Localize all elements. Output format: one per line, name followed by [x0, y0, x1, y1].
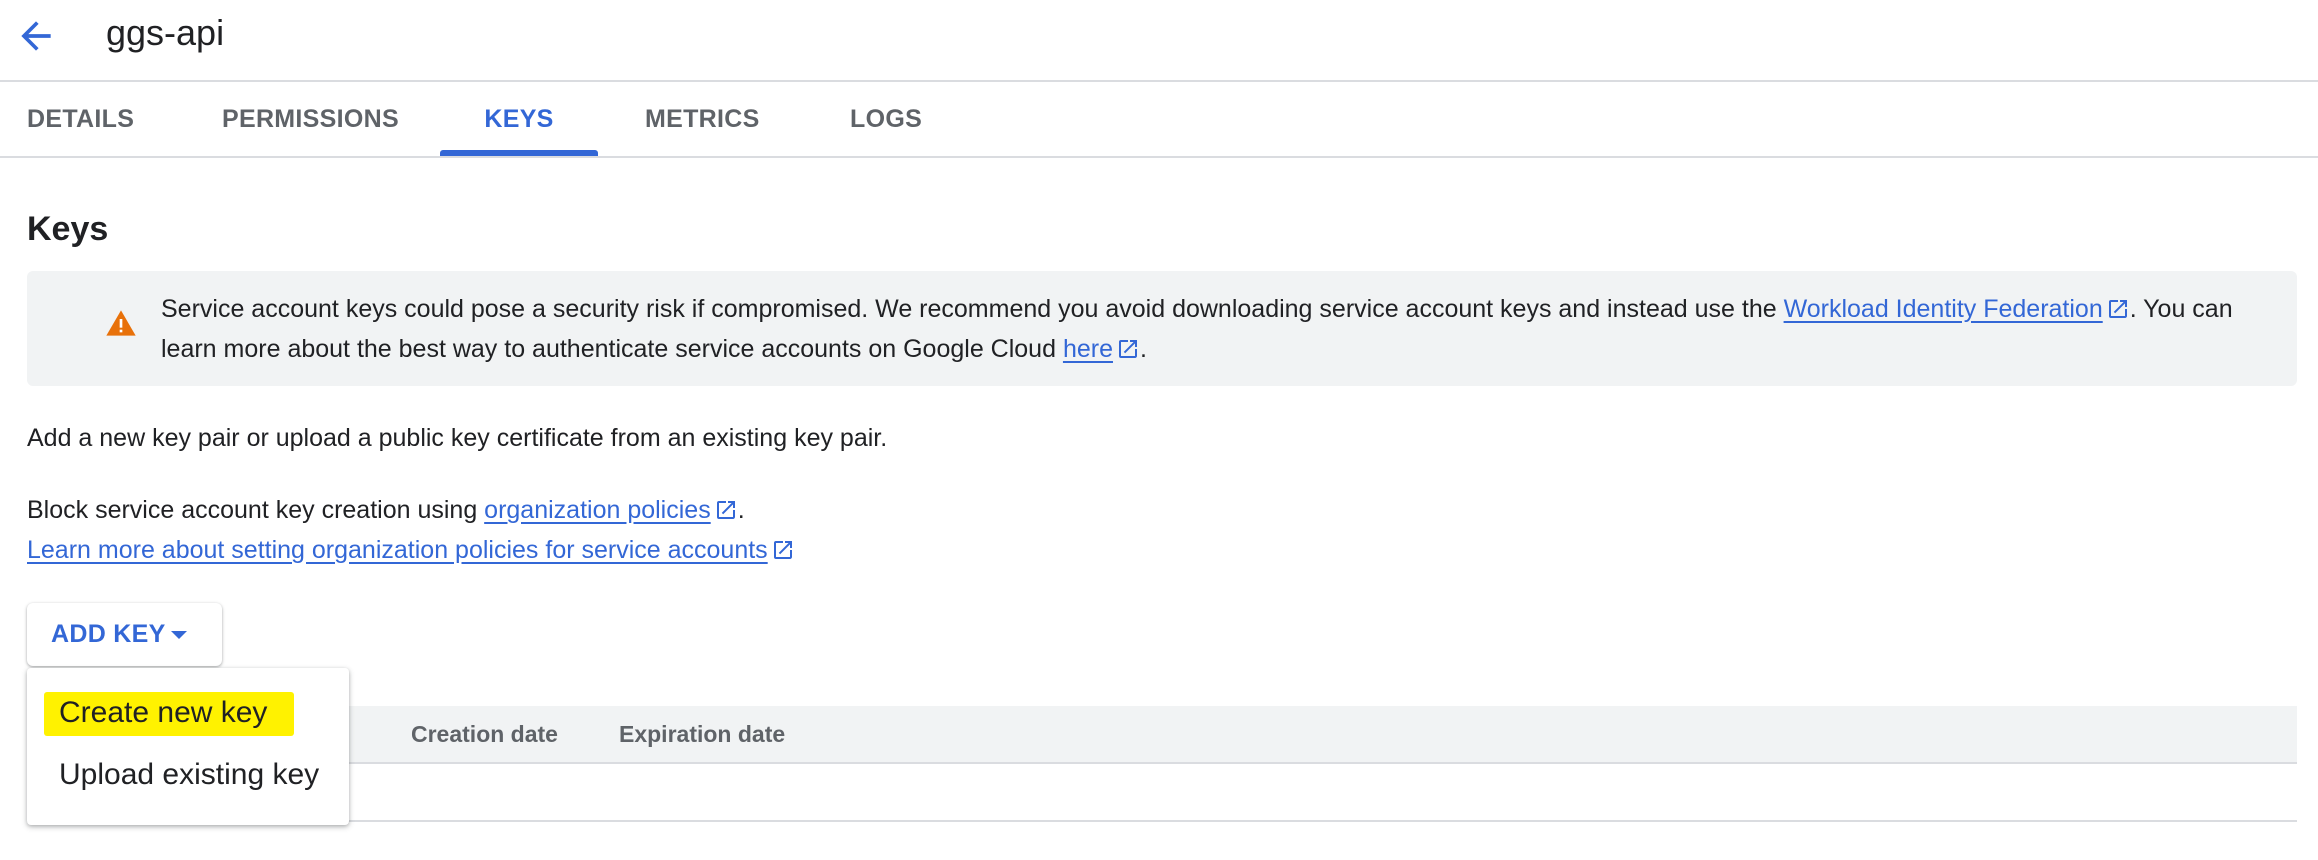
page-title: ggs-api — [106, 12, 225, 53]
header: ggs-api — [0, 0, 2318, 82]
tab-keys[interactable]: KEYS — [440, 82, 598, 156]
tab-logs[interactable]: LOGS — [850, 82, 922, 156]
warning-text-part: Service account keys could pose a securi… — [161, 295, 1784, 323]
back-button[interactable] — [14, 14, 58, 58]
column-header-expiration-date: Expiration date — [619, 721, 786, 747]
menu-item-label: Create new key — [59, 696, 268, 729]
column-header-creation-date: Creation date — [411, 721, 558, 747]
block-text-end: . — [737, 496, 745, 524]
external-link-icon — [1118, 340, 1137, 358]
block-text: Block service account key creation using — [27, 496, 485, 524]
add-key-button[interactable]: ADD KEY — [27, 603, 222, 666]
menu-item-upload-existing-key[interactable]: Upload existing key — [27, 736, 349, 796]
security-warning-banner: Service account keys could pose a securi… — [27, 271, 2297, 386]
tab-details[interactable]: DETAILS — [27, 82, 134, 156]
caret-down-icon — [171, 631, 187, 639]
tab-metrics[interactable]: METRICS — [645, 82, 759, 156]
learn-more-line: Learn more about setting organization po… — [27, 530, 795, 570]
section-title: Keys — [27, 210, 109, 248]
tab-bar: DETAILS PERMISSIONS KEYS METRICS LOGS — [0, 82, 2318, 158]
warning-message: Service account keys could pose a securi… — [161, 289, 2271, 369]
external-link-icon — [716, 501, 735, 519]
learn-more-org-policies-link[interactable]: Learn more about setting organization po… — [27, 536, 768, 564]
add-key-description: Add a new key pair or upload a public ke… — [27, 424, 888, 452]
menu-item-create-new-key[interactable]: Create new key — [27, 668, 349, 736]
arrow-left-icon — [21, 21, 51, 51]
organization-policies-link[interactable]: organization policies — [484, 496, 711, 524]
add-key-label: ADD KEY — [51, 620, 166, 648]
keys-table-header: Creation date Expiration date — [27, 706, 2297, 764]
add-key-menu: Create new key Upload existing key — [27, 668, 349, 825]
table-row — [27, 764, 2297, 822]
warning-text-part: . — [1139, 335, 1147, 363]
here-link[interactable]: here — [1063, 335, 1113, 363]
tab-permissions[interactable]: PERMISSIONS — [222, 82, 399, 156]
block-key-creation-text: Block service account key creation using… — [27, 490, 745, 530]
menu-item-label: Upload existing key — [59, 758, 320, 791]
active-tab-indicator — [440, 150, 598, 156]
page: ggs-api DETAILS PERMISSIONS KEYS METRICS… — [0, 0, 2318, 860]
warning-icon — [106, 310, 136, 336]
workload-identity-federation-link[interactable]: Workload Identity Federation — [1784, 295, 2103, 323]
external-link-icon — [2108, 300, 2127, 318]
external-link-icon — [773, 541, 792, 559]
